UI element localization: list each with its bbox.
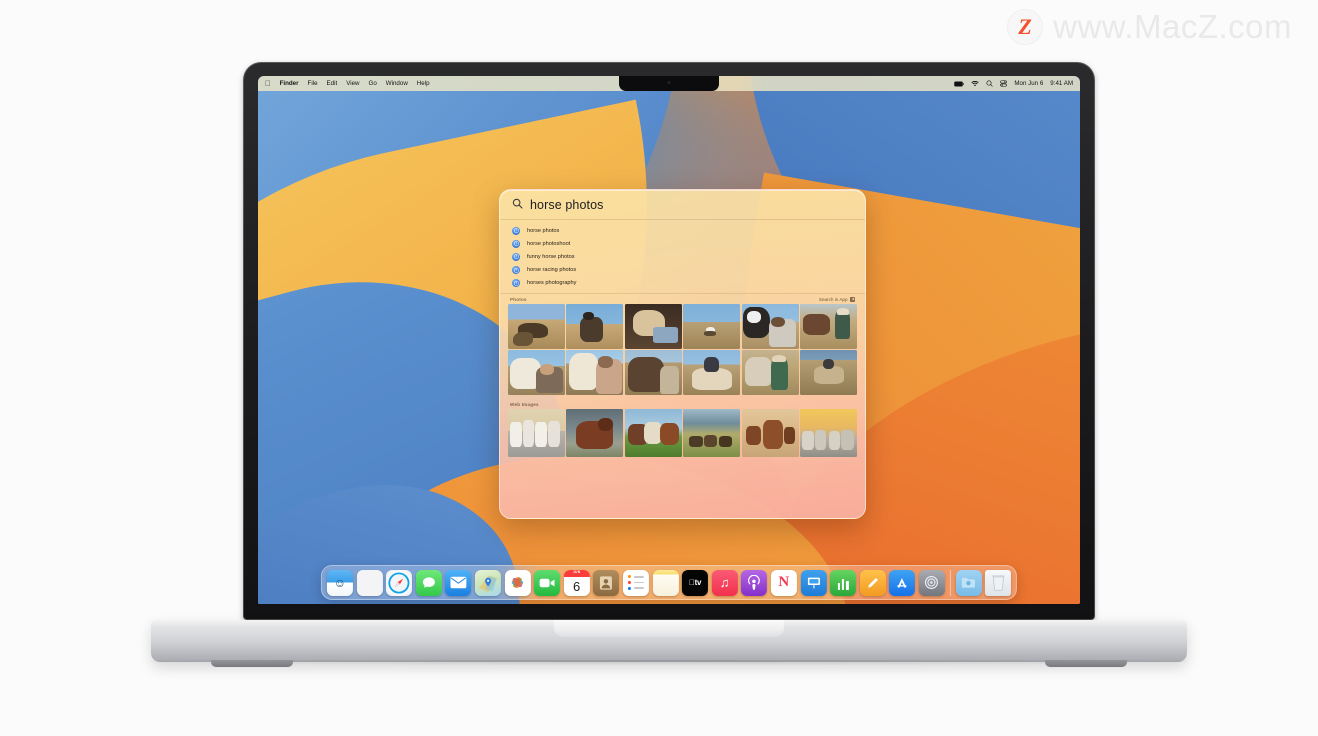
siri-suggestion-icon [512, 252, 520, 261]
photo-thumbnail[interactable] [508, 350, 565, 396]
photo-thumbnail[interactable] [566, 303, 624, 349]
open-in-app-icon [850, 296, 855, 302]
apple-logo-icon[interactable]:  [265, 80, 271, 88]
photo-thumbnail[interactable] [566, 350, 624, 396]
webcam-icon [667, 81, 671, 84]
dock-separator [949, 569, 951, 596]
suggestion-label: horse racing photos [527, 267, 577, 274]
dock-item-news[interactable]: N [770, 569, 797, 596]
laptop-screen:  Finder File Edit View Go Window Help [258, 76, 1080, 604]
dock-item-keynote[interactable] [800, 569, 827, 596]
web-image-thumbnail[interactable] [800, 409, 857, 458]
web-images-results-grid [500, 409, 865, 458]
search-query-text: horse photos [530, 197, 604, 212]
dock-item-contacts[interactable] [593, 569, 620, 596]
menu-bar-status-area: Mon Jun 6 9:41 AM [954, 80, 1073, 87]
web-image-thumbnail[interactable] [741, 409, 799, 458]
siri-suggestion-icon [512, 279, 520, 288]
photo-thumbnail[interactable] [800, 303, 857, 349]
menu-item-go[interactable]: Go [369, 80, 377, 87]
display-notch [619, 76, 719, 91]
photo-thumbnail[interactable] [741, 350, 799, 396]
suggestion-item[interactable]: horse photos [500, 224, 865, 237]
dock-item-settings[interactable] [918, 569, 945, 596]
dock-item-pages[interactable] [859, 569, 886, 596]
dock-item-numbers[interactable] [830, 569, 857, 596]
web-image-thumbnail[interactable] [566, 409, 624, 458]
control-center-icon[interactable] [1000, 80, 1008, 87]
dock-item-finder[interactable]: ☺ [326, 569, 353, 596]
web-image-thumbnail[interactable] [624, 409, 682, 458]
lid-open-notch [554, 620, 784, 637]
menu-bar-left:  Finder File Edit View Go Window Help [265, 80, 430, 88]
spotlight-suggestions-list: horse photos horse photoshoot funny hors… [500, 220, 865, 294]
laptop-lid:  Finder File Edit View Go Window Help [243, 62, 1095, 620]
dock-item-safari[interactable] [386, 569, 413, 596]
spotlight-search-panel: horse photos horse photos horse photosho… [499, 189, 866, 519]
menu-item-edit[interactable]: Edit [327, 80, 338, 87]
search-icon [512, 196, 523, 214]
macos-dock: ☺ JUN 6 tv ♫ N [320, 565, 1018, 600]
photos-results-grid [500, 303, 865, 349]
dock-item-music[interactable]: ♫ [711, 569, 738, 596]
menu-item-view[interactable]: View [346, 80, 359, 87]
menu-item-finder[interactable]: Finder [280, 80, 299, 87]
section-title: Photos [510, 296, 527, 302]
suggestion-label: funny horse photos [527, 253, 575, 260]
siri-suggestion-icon [512, 239, 520, 248]
suggestion-item[interactable]: horse photoshoot [500, 237, 865, 250]
dock-item-podcasts[interactable] [741, 569, 768, 596]
photo-thumbnail[interactable] [508, 303, 565, 349]
web-images-section-header: Web Images [500, 399, 865, 409]
suggestion-label: horse photoshoot [527, 240, 571, 247]
menu-item-window[interactable]: Window [386, 80, 408, 87]
photo-thumbnail[interactable] [741, 303, 799, 349]
siri-suggestion-icon [512, 226, 520, 235]
wifi-icon[interactable] [971, 80, 980, 87]
suggestion-item[interactable]: horses photography [500, 277, 865, 290]
dock-item-trash[interactable] [985, 569, 1012, 596]
dock-item-calendar[interactable]: JUN 6 [563, 569, 590, 596]
photo-thumbnail[interactable] [683, 350, 741, 396]
laptop-base [151, 620, 1187, 667]
dock-item-reminders[interactable] [622, 569, 649, 596]
photo-thumbnail[interactable] [683, 303, 741, 349]
suggestion-item[interactable]: horse racing photos [500, 264, 865, 277]
dock-item-downloads[interactable] [955, 569, 982, 596]
suggestion-label: horse photos [527, 227, 560, 234]
web-image-thumbnail[interactable] [508, 409, 565, 458]
dock-item-maps[interactable] [474, 569, 501, 596]
dock-item-photos[interactable] [504, 569, 531, 596]
dock-item-mail[interactable] [445, 569, 472, 596]
spotlight-search-field[interactable]: horse photos [500, 190, 865, 220]
dock-item-messages[interactable] [415, 569, 442, 596]
photos-results-grid-row2 [500, 350, 865, 396]
suggestion-item[interactable]: funny horse photos [500, 250, 865, 263]
dock-item-appstore[interactable] [889, 569, 916, 596]
menu-bar-date[interactable]: Mon Jun 6 [1014, 80, 1043, 87]
device-shadow [151, 660, 1187, 666]
photos-section-header: Photos Search in App [500, 294, 865, 304]
battery-icon[interactable] [954, 81, 965, 87]
search-in-app-button[interactable]: Search in App [818, 296, 855, 302]
web-image-thumbnail[interactable] [683, 409, 741, 458]
menu-item-file[interactable]: File [308, 80, 318, 87]
macbook-pro-device:  Finder File Edit View Go Window Help [0, 0, 1318, 736]
search-icon[interactable] [986, 80, 994, 87]
siri-suggestion-icon [512, 266, 520, 275]
search-in-app-label: Search in App [818, 296, 848, 302]
menu-bar-time[interactable]: 9:41 AM [1050, 80, 1073, 87]
photo-thumbnail[interactable] [624, 350, 682, 396]
calendar-day-label: 6 [573, 578, 581, 594]
calendar-month-label: JUN [572, 570, 581, 575]
menu-item-help[interactable]: Help [417, 80, 430, 87]
suggestion-label: horses photography [527, 280, 577, 287]
photo-thumbnail[interactable] [800, 350, 857, 396]
section-title: Web Images [510, 402, 539, 408]
dock-item-facetime[interactable] [534, 569, 561, 596]
dock-item-notes[interactable] [652, 569, 679, 596]
photo-thumbnail[interactable] [624, 303, 682, 349]
dock-item-tv[interactable]: tv [682, 569, 709, 596]
dock-item-launchpad[interactable] [356, 569, 383, 596]
